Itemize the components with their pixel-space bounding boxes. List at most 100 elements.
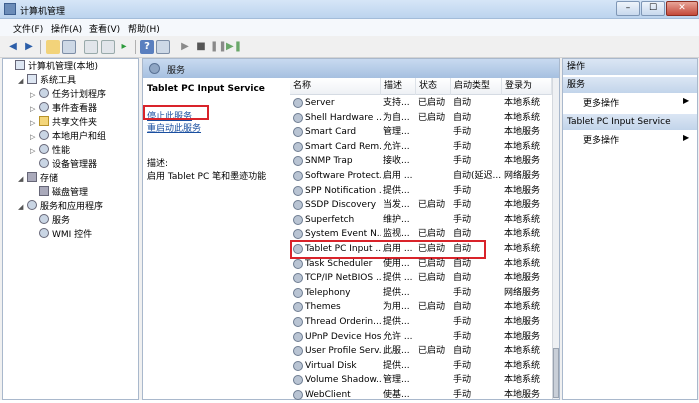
menu-help[interactable]: 帮助(H)	[128, 22, 160, 35]
service-row[interactable]: Shell Hardware ... 为自... 已启动 自动 本地系统	[290, 111, 550, 126]
show-tree-icon[interactable]	[62, 40, 76, 54]
service-log-on-as: 本地服务	[504, 185, 541, 196]
start-service-icon[interactable]: ▶	[178, 40, 192, 54]
service-row[interactable]: Superfetch 维护... 手动 本地系统	[290, 213, 550, 228]
service-row[interactable]: Thread Orderin... 提供... 手动 本地服务	[290, 315, 550, 330]
service-name: Smart Card	[305, 127, 357, 138]
tree-item[interactable]: ▷ 共享文件夹	[30, 116, 97, 130]
tree-item[interactable]: ▷ 性能	[30, 144, 70, 158]
tree-item[interactable]: ◢ 服务和应用程序	[18, 200, 103, 214]
column-startup-type[interactable]: 启动类型	[451, 78, 502, 95]
service-log-on-as: 本地服务	[504, 390, 541, 400]
service-row[interactable]: Volume Shadow... 管理... 手动 本地系统	[290, 373, 550, 388]
service-log-on-as: 本地服务	[504, 200, 541, 211]
more-actions-tablet-pc[interactable]: 更多操作	[583, 133, 619, 146]
gear-icon	[39, 158, 49, 168]
service-log-on-as: 本地服务	[504, 273, 541, 284]
service-row[interactable]: Virtual Disk 提供... 手动 本地系统	[290, 359, 550, 374]
stop-service-icon[interactable]: ■	[194, 40, 208, 54]
gear-icon	[293, 98, 303, 108]
chevron-right-icon: ▶	[683, 133, 690, 142]
up-folder-icon[interactable]	[46, 40, 60, 54]
service-row[interactable]: Themes 为用... 已启动 自动 本地系统	[290, 300, 550, 315]
tree-item-label: 性能	[52, 146, 71, 156]
tree-item[interactable]: 计算机管理(本地)	[6, 60, 98, 74]
back-arrow-icon[interactable]: ◀	[6, 40, 20, 54]
expand-arrow-icon[interactable]: ▷	[30, 130, 39, 144]
export-list-icon[interactable]	[101, 40, 115, 54]
expand-arrow-icon[interactable]: ▷	[30, 116, 39, 130]
expand-arrow-icon[interactable]: ▷	[30, 102, 39, 116]
maximize-button[interactable]: ☐	[641, 1, 665, 16]
service-status: 已启动	[418, 112, 446, 123]
services-list-scrollbar[interactable]	[552, 78, 559, 399]
scrollbar-thumb[interactable]	[553, 348, 559, 398]
close-button[interactable]: ✕	[666, 1, 698, 16]
menu-action[interactable]: 操作(A)	[51, 22, 82, 35]
service-description: 为用...	[383, 302, 410, 313]
action-pane-icon[interactable]	[156, 40, 170, 54]
service-log-on-as: 本地服务	[504, 331, 541, 342]
tree-item-label: 事件查看器	[52, 104, 98, 114]
service-startup-type: 手动	[453, 185, 472, 196]
service-startup-type: 手动	[453, 317, 472, 327]
expand-arrow-icon[interactable]: ◢	[18, 172, 27, 186]
services-list-header: 名称 描述 状态 启动类型 登录为	[290, 78, 559, 95]
restart-service-link[interactable]: 重启动此服务	[147, 121, 201, 134]
tree-item[interactable]: ◢ 系统工具	[18, 74, 76, 88]
restart-service-icon[interactable]: ▶❚	[226, 40, 242, 54]
service-row[interactable]: Tablet PC Input ... 启用 ... 已启动 自动 本地系统	[290, 240, 550, 259]
gear-icon	[293, 200, 303, 211]
minimize-button[interactable]: –	[616, 1, 640, 16]
service-row[interactable]: UPnP Device Host 允许 ... 手动 本地服务	[290, 330, 550, 345]
tree-item[interactable]: 设备管理器	[30, 158, 97, 172]
service-status	[418, 184, 452, 199]
service-row[interactable]: Task Scheduler 使用... 已启动 自动 本地系统	[290, 257, 550, 272]
toolbar-divider	[135, 40, 136, 54]
menu-view[interactable]: 查看(V)	[89, 22, 120, 35]
service-status: 已启动	[418, 98, 446, 108]
more-actions-services[interactable]: 更多操作	[583, 96, 619, 109]
expand-arrow-icon[interactable]: ▷	[30, 88, 39, 102]
tree-item[interactable]: WMI 控件	[30, 228, 92, 242]
service-row[interactable]: WebClient 使基... 手动 本地服务	[290, 388, 550, 403]
service-log-on-as: 本地系统	[504, 229, 541, 240]
column-description[interactable]: 描述	[381, 78, 416, 95]
service-status: 已启动	[418, 346, 446, 357]
forward-arrow-icon[interactable]: ▶	[22, 40, 36, 54]
actions-group-tablet-pc[interactable]: Tablet PC Input Service	[563, 114, 697, 130]
properties-icon[interactable]: ▸	[117, 40, 131, 54]
help-icon[interactable]: ?	[140, 40, 154, 54]
service-name: WebClient	[305, 390, 351, 400]
service-row[interactable]: TCP/IP NetBIOS ... 提供 ... 已启动 自动 本地服务	[290, 271, 550, 286]
menu-file[interactable]: 文件(F)	[13, 22, 43, 35]
tree-item[interactable]: ▷ 任务计划程序	[30, 88, 106, 102]
service-description: 管理...	[383, 375, 410, 386]
tree-item[interactable]: ▷ 本地用户和组	[30, 130, 106, 144]
tree-item[interactable]: ◢ 存储	[18, 172, 58, 186]
column-name[interactable]: 名称	[290, 78, 381, 95]
column-status[interactable]: 状态	[416, 78, 451, 95]
service-row[interactable]: Telephony 提供... 手动 网络服务	[290, 286, 550, 301]
refresh-icon[interactable]	[84, 40, 98, 54]
service-row[interactable]: Smart Card Rem... 允许... 手动 本地系统	[290, 140, 550, 155]
pause-service-icon[interactable]: ❚❚	[210, 40, 227, 54]
column-log-on-as[interactable]: 登录为	[502, 78, 552, 95]
service-row[interactable]: Smart Card 管理... 手动 本地服务	[290, 125, 550, 140]
expand-arrow-icon[interactable]: ◢	[18, 74, 27, 88]
service-row[interactable]: User Profile Serv... 此服... 已启动 自动 本地系统	[290, 344, 550, 359]
service-row[interactable]: SNMP Trap 接收... 手动 本地服务	[290, 154, 550, 169]
service-row[interactable]: Server 支持... 已启动 自动 本地系统	[290, 96, 550, 111]
expand-arrow-icon[interactable]: ▷	[30, 144, 39, 158]
service-name: Telephony	[305, 287, 351, 298]
actions-group-services[interactable]: 服务	[563, 77, 697, 93]
tree-item[interactable]: ▷ 事件查看器	[30, 102, 97, 116]
gear-icon	[293, 171, 303, 181]
service-row[interactable]: SSDP Discovery 当发... 已启动 手动 本地服务	[290, 198, 550, 213]
tree-item[interactable]: 服务	[30, 214, 70, 228]
service-row[interactable]: SPP Notification ... 提供... 手动 本地服务	[290, 184, 550, 199]
gear-icon	[293, 273, 303, 284]
tree-item[interactable]: 磁盘管理	[30, 186, 88, 200]
expand-arrow-icon[interactable]: ◢	[18, 200, 27, 214]
service-row[interactable]: Software Protect... 启用 ... 自动(延迟... 网络服务	[290, 169, 550, 184]
